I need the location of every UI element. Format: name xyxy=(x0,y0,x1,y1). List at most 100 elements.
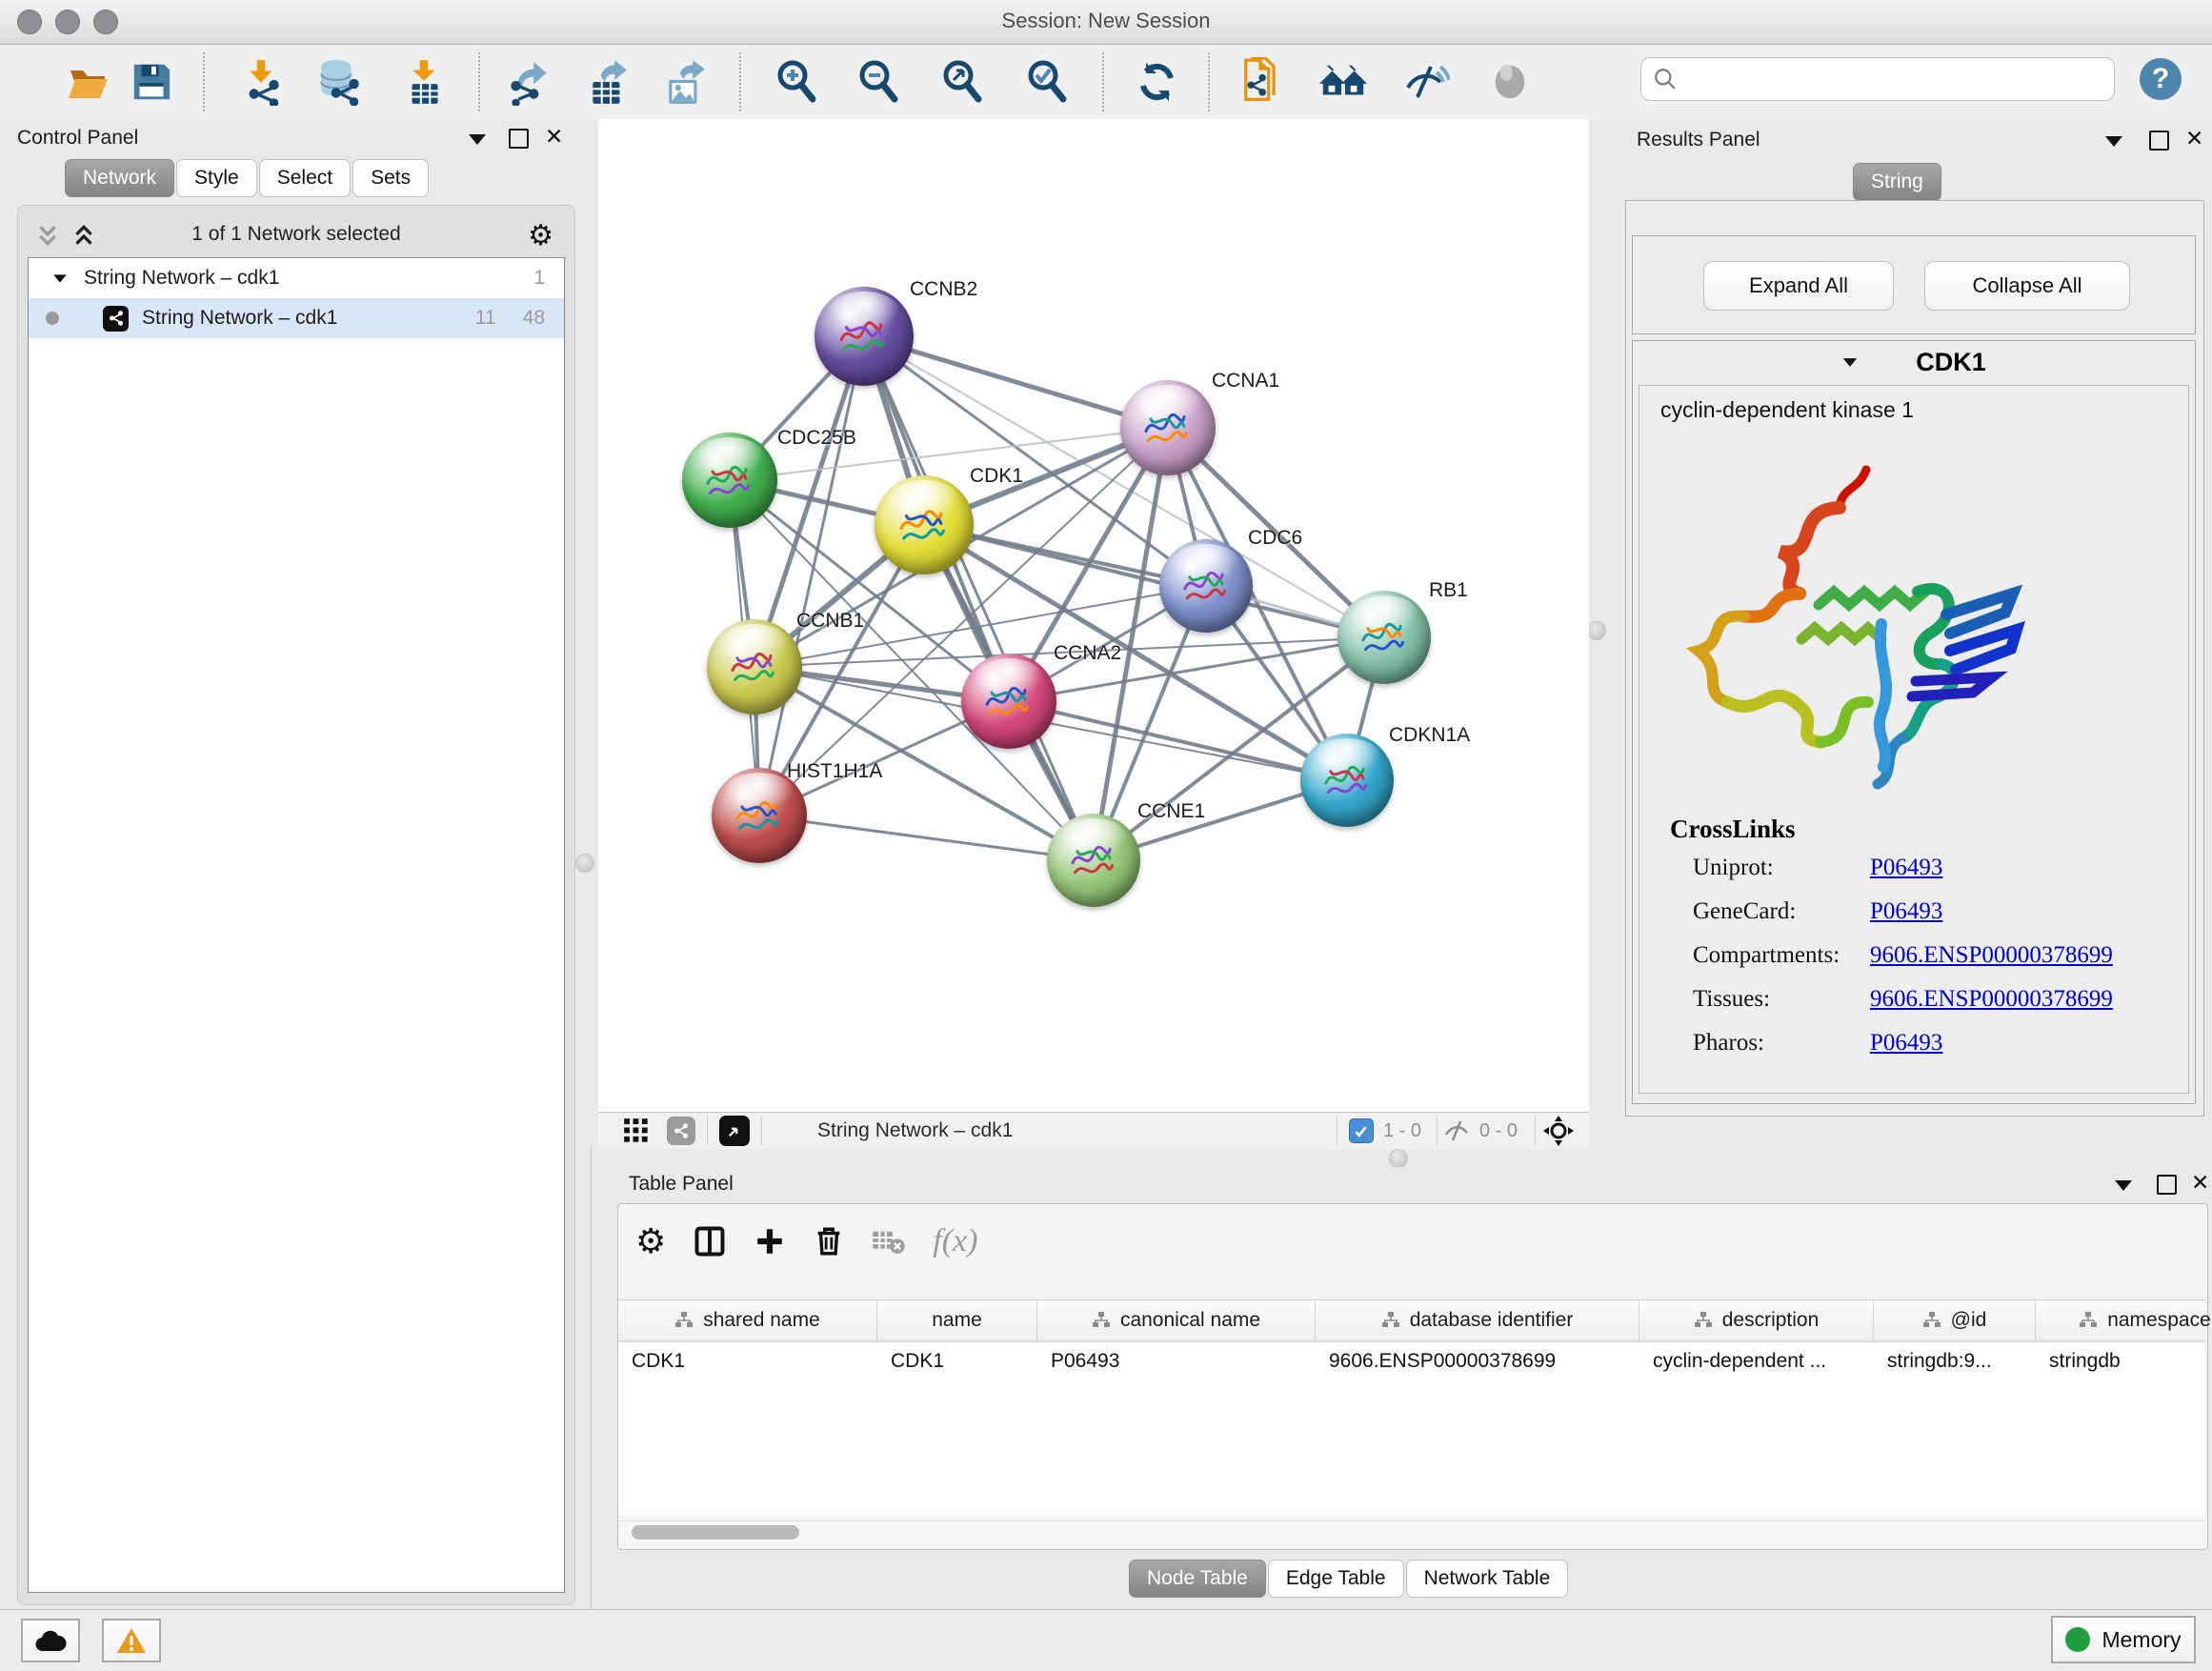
warning-status-button[interactable] xyxy=(102,1619,161,1662)
cloud-status-button[interactable] xyxy=(21,1619,80,1662)
collapse-all-button[interactable]: Collapse All xyxy=(1924,261,2130,311)
crosslink-link[interactable]: P06493 xyxy=(1870,855,1942,881)
table-cell[interactable]: CDK1 xyxy=(618,1342,877,1380)
string-import-button[interactable] xyxy=(1235,56,1286,108)
zoom-fit-button[interactable] xyxy=(937,56,989,108)
results-panel-close-icon[interactable]: ✕ xyxy=(2185,131,2203,147)
collection-header: 1 of 1 Network selected ⚙ xyxy=(18,219,574,252)
tab-style[interactable]: Style xyxy=(176,159,257,197)
table-cell[interactable]: 9606.ENSP00000378699 xyxy=(1316,1342,1639,1380)
import-network-button[interactable] xyxy=(236,56,288,108)
node-CDK1[interactable] xyxy=(875,475,974,574)
tab-network-table[interactable]: Network Table xyxy=(1406,1560,1569,1598)
tab-network[interactable]: Network xyxy=(65,159,174,197)
add-column-plus-icon[interactable] xyxy=(754,1225,786,1258)
gear-icon[interactable]: ⚙ xyxy=(528,219,553,252)
import-network-from-database-button[interactable] xyxy=(314,56,366,108)
zoom-selected-button[interactable] xyxy=(1022,56,1074,108)
table-cell[interactable]: cyclin-dependent ... xyxy=(1639,1342,1874,1380)
node-navigator-crosshair-icon[interactable] xyxy=(1543,1116,1574,1146)
column-header-name[interactable]: name xyxy=(877,1300,1037,1340)
table-panel-close-icon[interactable]: ✕ xyxy=(2191,1175,2209,1191)
birds-eye-view-icon[interactable] xyxy=(623,1117,650,1144)
delete-trash-icon[interactable] xyxy=(813,1225,845,1258)
tab-sets[interactable]: Sets xyxy=(352,159,429,197)
table-cell[interactable]: CDK1 xyxy=(877,1342,1037,1380)
left-splitter[interactable] xyxy=(591,119,598,1148)
left-splitter-grip[interactable] xyxy=(575,854,594,873)
search-input[interactable] xyxy=(1685,68,2114,91)
import-table-button[interactable] xyxy=(398,56,450,108)
column-type-icon xyxy=(1694,1311,1713,1330)
show-columns-icon[interactable] xyxy=(693,1224,727,1258)
node-RB1[interactable] xyxy=(1337,591,1431,684)
node-CCNE1[interactable] xyxy=(1047,814,1140,907)
apply-layout-button[interactable] xyxy=(1132,56,1183,108)
export-network-button[interactable] xyxy=(502,56,553,108)
selected-checkbox-icon[interactable] xyxy=(1349,1118,1374,1143)
zoom-out-button[interactable] xyxy=(854,56,905,108)
results-panel-float-icon[interactable] xyxy=(2149,131,2169,151)
column-header-shared-name[interactable]: shared name xyxy=(618,1300,877,1340)
crosslink-link[interactable]: 9606.ENSP00000378699 xyxy=(1870,942,2113,969)
open-session-button[interactable] xyxy=(63,56,114,108)
edge-CCNB2-HIST1H1A[interactable] xyxy=(759,336,864,815)
column-header-namespace[interactable]: namespace xyxy=(2036,1300,2212,1340)
tree-expander-icon[interactable] xyxy=(53,274,67,282)
export-image-button[interactable] xyxy=(660,56,712,108)
node-CCNA1[interactable] xyxy=(1120,380,1216,475)
node-CCNA2[interactable] xyxy=(961,654,1056,749)
table-cell[interactable]: stringdb:9... xyxy=(1874,1342,2036,1380)
tab-select[interactable]: Select xyxy=(259,159,351,197)
column-header-canonical-name[interactable]: canonical name xyxy=(1037,1300,1316,1340)
edge-CDK1-RB1[interactable] xyxy=(924,525,1384,637)
table-cell[interactable]: stringdb xyxy=(2036,1342,2212,1380)
horizontal-splitter-grip[interactable] xyxy=(1389,1149,1408,1168)
table-options-gear-icon[interactable]: ⚙ xyxy=(635,1221,666,1261)
column-header-database-identifier[interactable]: database identifier xyxy=(1316,1300,1639,1340)
network-label: String Network – cdk1 xyxy=(142,307,337,330)
crosslink-link[interactable]: P06493 xyxy=(1870,1030,1942,1057)
edge-HIST1H1A-CCNE1[interactable] xyxy=(759,815,1094,860)
node-CDC25B[interactable] xyxy=(682,433,777,528)
crosslink-link[interactable]: P06493 xyxy=(1870,898,1942,925)
node-CCNB2[interactable] xyxy=(814,287,914,386)
string-home-button[interactable] xyxy=(1317,56,1369,108)
control-panel-float-icon[interactable] xyxy=(509,129,529,149)
network-share-icon[interactable] xyxy=(667,1117,695,1145)
control-panel-close-icon[interactable]: ✕ xyxy=(545,129,563,145)
open-in-new-window-icon[interactable] xyxy=(719,1116,750,1146)
table-row[interactable]: CDK1CDK1P064939606.ENSP00000378699cyclin… xyxy=(618,1342,2205,1380)
table-panel-collapse-icon[interactable] xyxy=(2115,1180,2132,1191)
node-CCNB1[interactable] xyxy=(707,619,802,715)
zoom-in-button[interactable] xyxy=(772,56,823,108)
edge-CCNB2-CCNE1[interactable] xyxy=(864,336,1094,860)
save-session-button[interactable] xyxy=(126,56,177,108)
tab-node-table[interactable]: Node Table xyxy=(1129,1560,1266,1598)
control-panel-collapse-icon[interactable] xyxy=(469,134,486,145)
node-CDC6[interactable] xyxy=(1159,539,1253,633)
column-header-description[interactable]: description xyxy=(1639,1300,1874,1340)
expand-all-button[interactable]: Expand All xyxy=(1703,261,1894,311)
table-panel-float-icon[interactable] xyxy=(2157,1175,2177,1195)
enhanced-labels-toggle-button[interactable] xyxy=(1400,56,1452,108)
tab-edge-table[interactable]: Edge Table xyxy=(1268,1560,1404,1598)
network-row-selected[interactable]: String Network – cdk1 11 48 xyxy=(29,298,564,338)
table-cell[interactable]: P06493 xyxy=(1037,1342,1316,1380)
export-table-button[interactable] xyxy=(583,56,634,108)
scrollbar-thumb[interactable] xyxy=(632,1525,799,1540)
right-splitter-grip[interactable] xyxy=(1587,621,1606,640)
tab-string[interactable]: String xyxy=(1853,163,1941,201)
results-panel-collapse-icon[interactable] xyxy=(2105,136,2122,147)
help-button[interactable]: ? xyxy=(2140,58,2182,100)
column-header--id[interactable]: @id xyxy=(1874,1300,2036,1340)
show-graphics-details-button[interactable] xyxy=(1484,56,1536,108)
network-collection-row[interactable]: String Network – cdk1 1 xyxy=(29,258,564,298)
gene-expander-icon[interactable] xyxy=(1843,358,1857,367)
node-CDKN1A[interactable] xyxy=(1300,734,1394,827)
table-horizontal-scrollbar[interactable] xyxy=(618,1520,2205,1544)
memory-button[interactable]: Memory xyxy=(2051,1616,2196,1663)
crosslink-link[interactable]: 9606.ENSP00000378699 xyxy=(1870,986,2113,1013)
network-view-canvas[interactable]: CCNB2CCNA1CDC25BCDK1CDC6RB1CCNB1CCNA2CDK… xyxy=(598,119,1589,1112)
gene-section-header[interactable]: CDK1 xyxy=(1633,341,2195,383)
